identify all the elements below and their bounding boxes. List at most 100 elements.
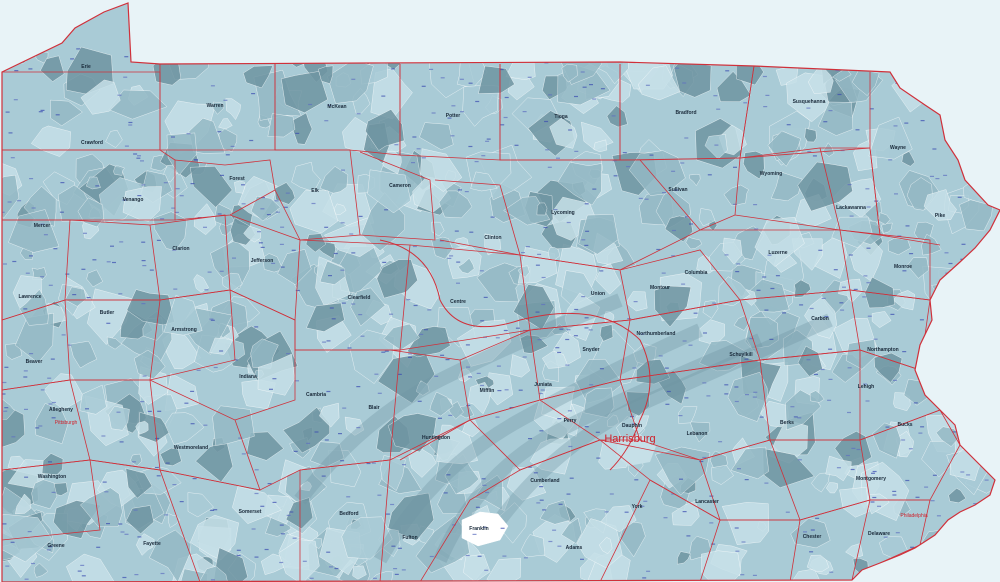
zip-marker [820, 368, 825, 371]
zip-marker [908, 448, 913, 450]
zip-marker [321, 56, 326, 58]
zip-zone [958, 72, 983, 96]
zip-marker [716, 108, 721, 110]
zip-marker [919, 319, 924, 321]
zip-marker [734, 386, 739, 388]
zip-marker [856, 448, 861, 451]
zip-marker [707, 174, 712, 176]
zip-marker [735, 271, 740, 273]
zip-marker [809, 307, 814, 310]
zip-marker [447, 257, 452, 259]
zip-marker [953, 417, 958, 419]
zip-marker [900, 563, 905, 565]
zip-marker [851, 447, 856, 449]
zip-marker [209, 318, 214, 320]
zip-marker [427, 309, 432, 311]
zip-marker [329, 307, 334, 309]
zip-marker [371, 462, 376, 464]
zip-marker [137, 536, 142, 538]
zip-marker [762, 276, 767, 278]
map-view[interactable]: Erie Crawford Warren McKean Potter Tioga… [0, 0, 1000, 582]
zip-marker [699, 460, 704, 463]
zip-marker [38, 425, 43, 427]
zip-marker [790, 406, 795, 408]
zip-marker [429, 555, 434, 558]
zip-marker [23, 370, 28, 372]
zip-marker [979, 78, 984, 80]
zip-marker [633, 57, 637, 59]
zip-marker [124, 56, 129, 58]
zip-marker [865, 188, 870, 190]
zip-marker [633, 301, 638, 303]
zip-marker [174, 211, 179, 213]
zip-zone [467, 23, 505, 64]
zip-marker [12, 260, 17, 263]
zip-zone [194, 45, 215, 64]
zip-marker [10, 157, 15, 159]
zip-marker [542, 509, 547, 511]
zip-marker [321, 475, 326, 477]
zip-marker [257, 231, 261, 233]
zip-marker [589, 384, 594, 386]
zip-marker [535, 264, 540, 266]
zip-marker [295, 289, 300, 292]
zip-marker [847, 367, 852, 369]
zip-marker [541, 303, 546, 306]
zip-marker [4, 366, 9, 368]
zip-marker [600, 88, 605, 90]
zip-marker [468, 82, 473, 84]
zip-marker [324, 120, 329, 122]
zip-marker [624, 511, 629, 513]
zip-marker [267, 483, 272, 485]
zip-marker [40, 276, 45, 278]
zip-marker [381, 351, 386, 353]
zip-marker [539, 486, 544, 488]
zip-marker [990, 50, 994, 52]
zip-marker [596, 457, 601, 459]
zip-marker [412, 245, 417, 248]
zip-marker [681, 283, 686, 285]
zip-marker [936, 321, 941, 323]
zip-marker [141, 260, 146, 262]
zip-marker [340, 269, 345, 271]
zip-marker [468, 145, 473, 148]
zip-marker [254, 492, 259, 495]
zip-marker [347, 347, 352, 349]
zip-marker [872, 496, 877, 499]
zip-marker [662, 192, 666, 194]
pennsylvania-map[interactable] [0, 0, 1000, 582]
zip-marker [523, 557, 528, 559]
zip-marker [295, 380, 299, 382]
zip-marker [149, 269, 154, 271]
zip-marker [480, 320, 485, 322]
zip-marker [326, 390, 331, 393]
zip-marker [254, 469, 259, 471]
zip-marker [140, 401, 145, 403]
zip-marker [920, 426, 925, 428]
zip-marker [744, 358, 749, 360]
zip-marker [873, 338, 878, 340]
zip-marker [769, 338, 774, 340]
zip-marker [311, 202, 316, 205]
zip-marker [217, 213, 222, 215]
zip-marker [210, 319, 215, 321]
zip-marker [943, 174, 948, 176]
zip-marker [958, 133, 962, 136]
zip-marker [862, 296, 867, 298]
zip-marker [203, 226, 207, 228]
zip-marker [260, 505, 265, 507]
zip-marker [434, 375, 439, 377]
zip-marker [326, 340, 331, 342]
zip-marker [53, 248, 58, 250]
zip-marker [752, 574, 757, 576]
zip-marker [163, 182, 168, 184]
zip-zone [930, 548, 956, 575]
zip-marker [402, 464, 406, 466]
zip-marker [445, 359, 450, 361]
zip-marker [106, 322, 111, 324]
zip-marker [456, 282, 460, 284]
zip-marker [390, 68, 395, 70]
zip-marker [574, 150, 579, 152]
zip-marker [440, 354, 445, 356]
zip-marker [128, 121, 133, 124]
